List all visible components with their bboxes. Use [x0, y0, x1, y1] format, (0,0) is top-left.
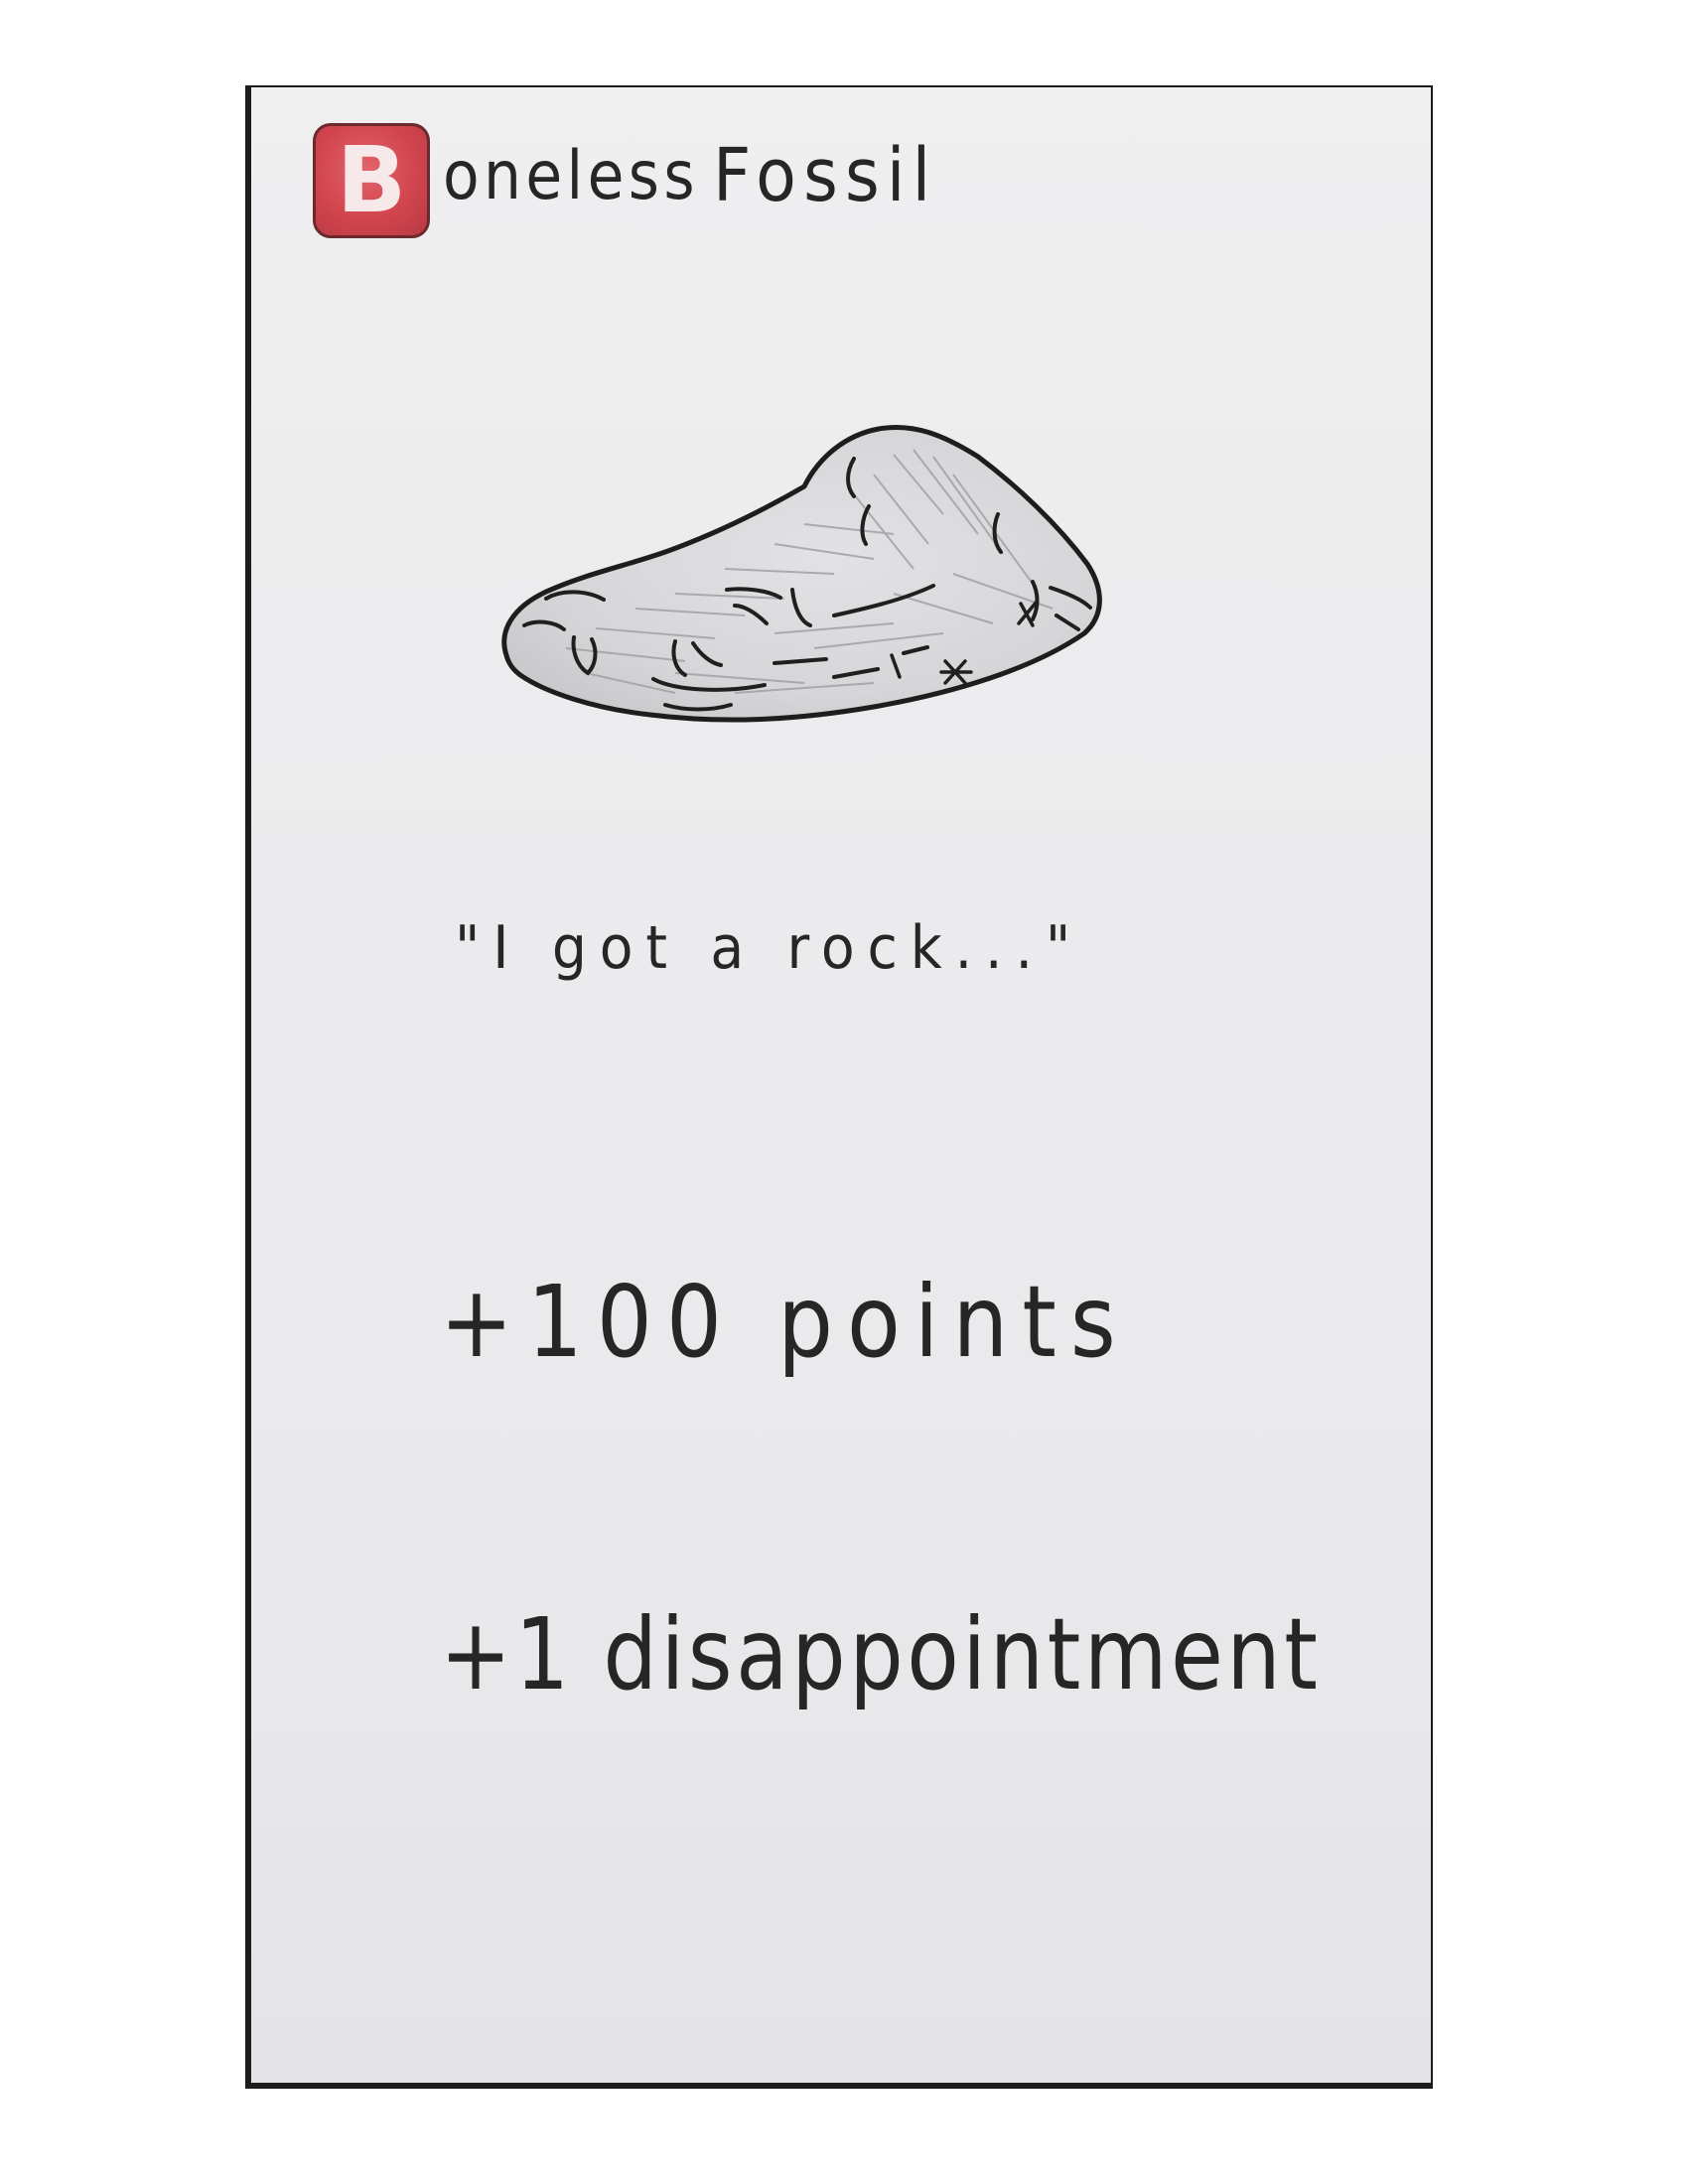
rock-illustration	[477, 395, 1152, 772]
title-initial-badge: B	[313, 123, 430, 238]
rock-icon	[501, 424, 1102, 723]
title-initial-letter: B	[336, 127, 407, 233]
card-title: oneless	[443, 137, 699, 215]
bonus-reward: +1 disappointment	[440, 1596, 1322, 1712]
card-title-second-word: Fossil	[713, 133, 938, 218]
fossil-card: B oneless Fossil "I got a rock..." +100 …	[251, 87, 1431, 2083]
points-reward: +100 points	[440, 1264, 1130, 1380]
flavor-quote: "I got a rock..."	[455, 913, 1084, 983]
